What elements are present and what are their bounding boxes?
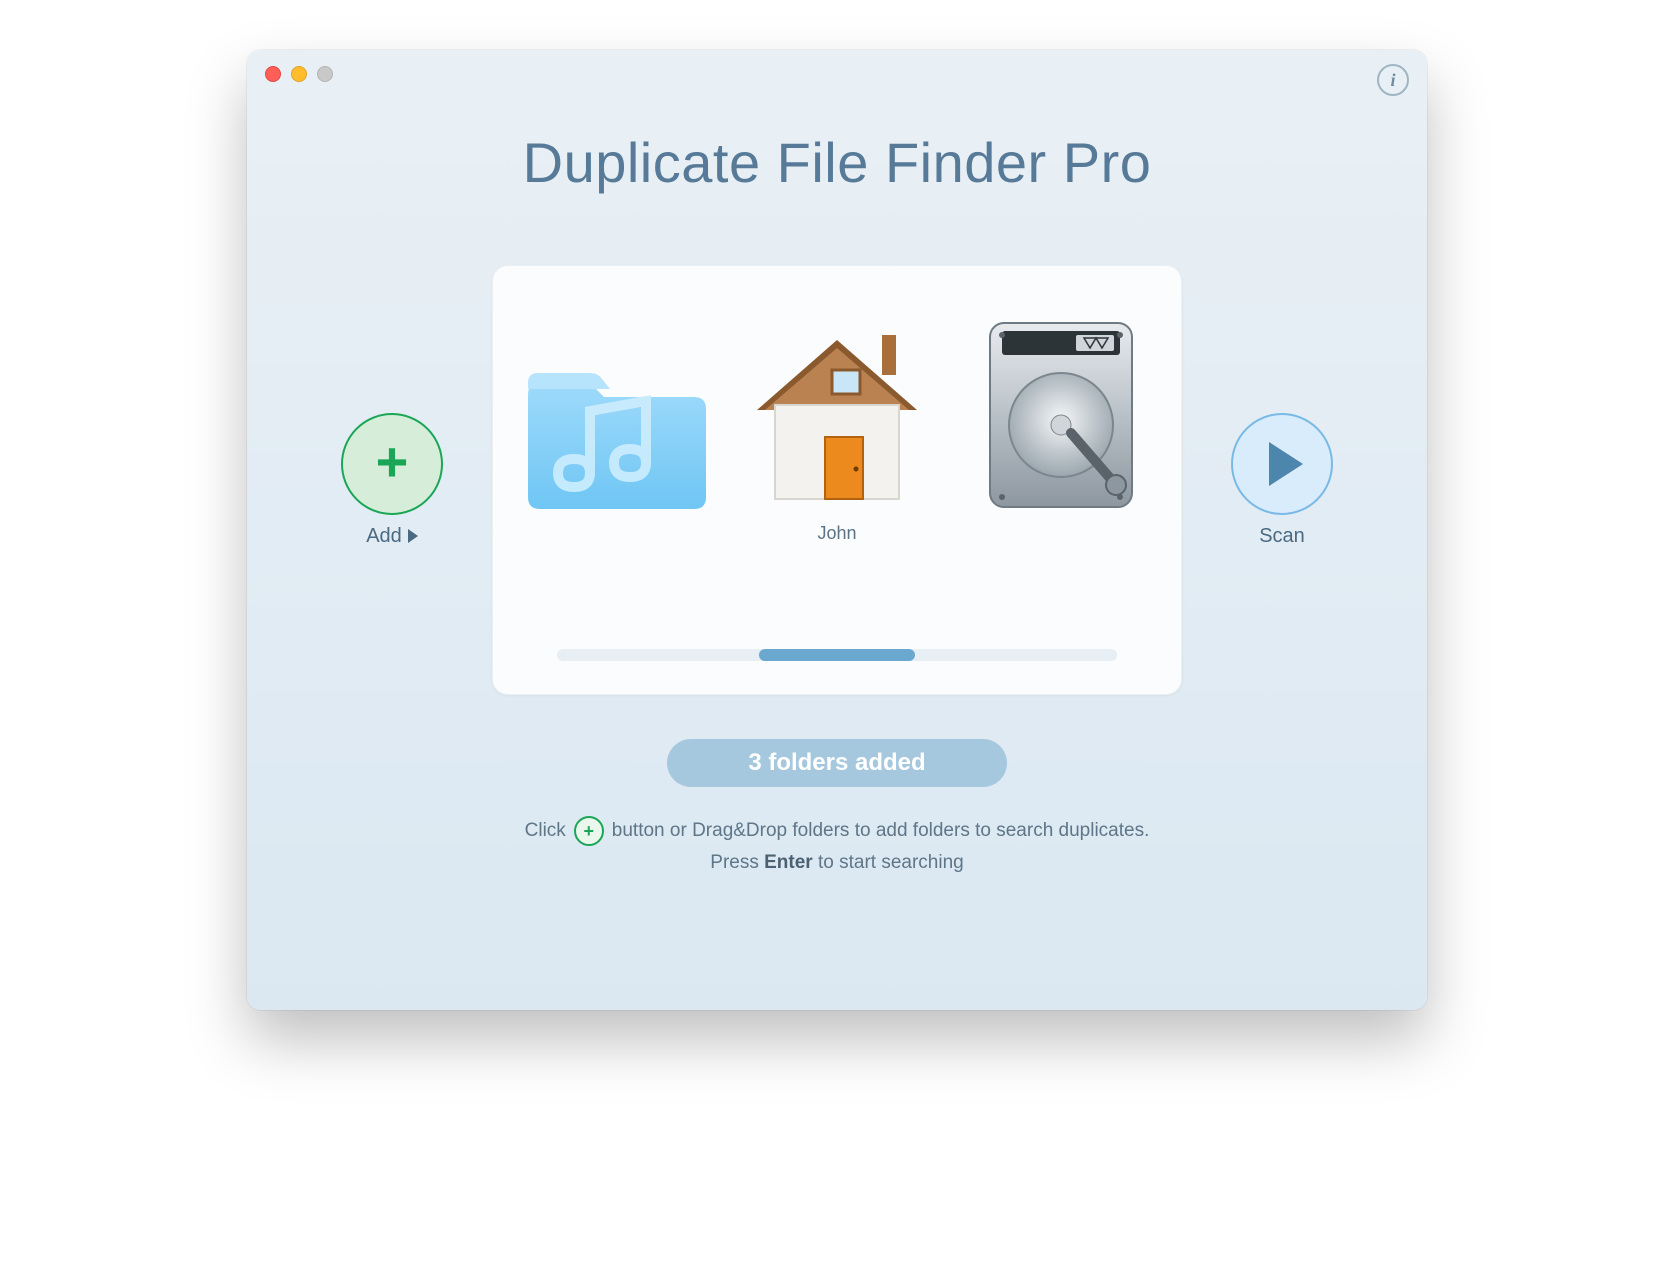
plus-icon-inline: + xyxy=(574,816,604,846)
hard-drive-icon xyxy=(976,315,1146,515)
add-label-row: Add xyxy=(366,525,418,548)
window-controls xyxy=(265,66,333,82)
scrollbar-thumb[interactable] xyxy=(759,649,916,661)
plus-icon: + xyxy=(376,434,409,490)
hint-text-part: Press xyxy=(710,852,759,873)
hint-text-part: to start searching xyxy=(818,852,964,873)
selected-items: John xyxy=(513,335,1161,545)
music-folder-icon xyxy=(518,365,708,515)
app-window: i Duplicate File Finder Pro + Add xyxy=(247,50,1427,1010)
close-window-button[interactable] xyxy=(265,66,281,82)
main-content: + Add xyxy=(247,265,1427,695)
item-music-folder[interactable] xyxy=(513,365,713,545)
hint-text: Click + button or Drag&Drop folders to a… xyxy=(247,815,1427,880)
scan-label: Scan xyxy=(1259,525,1305,548)
carousel-scrollbar[interactable] xyxy=(557,649,1117,661)
hint-line-2: Press Enter to start searching xyxy=(247,847,1427,879)
scan-section: Scan xyxy=(1212,413,1352,548)
caret-right-icon xyxy=(408,529,418,543)
add-label: Add xyxy=(366,525,402,548)
info-icon: i xyxy=(1390,70,1395,91)
zoom-window-button[interactable] xyxy=(317,66,333,82)
app-title: Duplicate File Finder Pro xyxy=(247,130,1427,195)
scan-button[interactable] xyxy=(1231,413,1333,515)
drop-card[interactable]: John xyxy=(492,265,1182,695)
scan-label-row: Scan xyxy=(1259,525,1305,548)
info-button[interactable]: i xyxy=(1377,64,1409,96)
item-hdd[interactable] xyxy=(961,315,1161,545)
hint-key: Enter xyxy=(764,852,813,873)
add-section: + Add xyxy=(322,413,462,548)
hint-text-part: button or Drag&Drop folders to add folde… xyxy=(612,815,1150,847)
item-label: John xyxy=(817,523,856,545)
add-button[interactable]: + xyxy=(341,413,443,515)
play-icon xyxy=(1269,442,1303,486)
minimize-window-button[interactable] xyxy=(291,66,307,82)
hint-text-part: Click xyxy=(525,815,566,847)
status-pill: 3 folders added xyxy=(667,739,1007,787)
home-folder-icon xyxy=(737,315,937,515)
item-home[interactable]: John xyxy=(737,315,937,545)
hint-line-1: Click + button or Drag&Drop folders to a… xyxy=(247,815,1427,847)
